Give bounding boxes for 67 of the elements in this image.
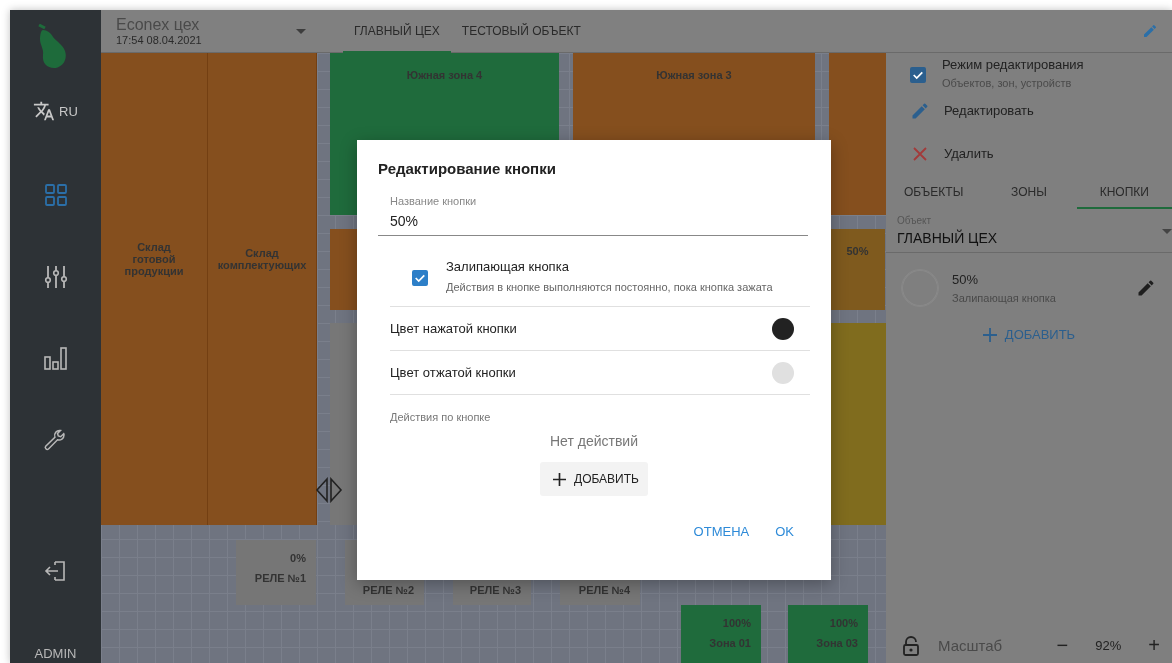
zoom-value: 92% (1095, 638, 1122, 653)
sliders-icon[interactable] (42, 264, 69, 290)
dialog-button[interactable]: OK (765, 516, 804, 547)
zone-label: Южная зона 4 (405, 69, 484, 81)
color-label: Цвет отжатой кнопки (390, 365, 516, 380)
option-label: Залипающая кнопка (446, 259, 570, 274)
translate-icon (33, 100, 56, 122)
checkbox[interactable] (910, 67, 926, 83)
resize-handle-icon[interactable] (315, 477, 343, 503)
dropdown-caret-icon (296, 28, 306, 34)
zone-value: 100% (828, 617, 858, 629)
color-picker[interactable] (772, 317, 794, 340)
menu-item[interactable]: Редактировать (886, 89, 1172, 132)
button-name: 50% (952, 272, 980, 287)
zoom-out-button[interactable]: − (1050, 634, 1075, 657)
checkbox[interactable] (412, 269, 428, 286)
add-button[interactable]: ДОБАВИТЬ (540, 462, 648, 496)
select-value: ГЛАВНЫЙ ЦЕХ (897, 230, 999, 246)
zone-value: 100% (721, 617, 751, 629)
zone-label: Склад готовой продукции (123, 241, 185, 277)
language-button[interactable]: RU (33, 100, 78, 122)
zone-label: РЕЛЕ №2 (361, 584, 414, 596)
option-hint: Действия в кнопке выполняются постоянно, пока кнопка зажата (446, 280, 774, 295)
color-label: Цвет нажатой кнопки (390, 321, 517, 336)
zone-label: РЕЛЕ №4 (577, 584, 630, 596)
empty-message: Нет действий (549, 433, 639, 449)
date-time: 17:54 08.04.2021 (116, 34, 202, 46)
edit-mode-label: Режим редактирования (942, 57, 1084, 72)
relay-tile[interactable]: 0% РЕЛЕ №1 (236, 540, 316, 605)
zone-label: Склад комплектующих (217, 247, 307, 271)
tab[interactable]: ЗОНЫ (981, 176, 1077, 209)
zone-label: Южная зона 3 (655, 69, 733, 81)
relay-tile[interactable]: 100% Зона 03 (788, 605, 868, 663)
field-value: 50% (390, 213, 420, 229)
zone-tile[interactable]: 50% (830, 229, 885, 310)
zone-tile[interactable] (829, 53, 886, 215)
tab[interactable]: ОБЪЕКТЫ (886, 176, 982, 209)
bar-chart-icon[interactable] (42, 346, 69, 372)
pencil-icon[interactable] (1136, 278, 1156, 298)
storage-zone[interactable]: Склад комплектующих (208, 53, 317, 525)
dialog-button[interactable]: ОТМЕНА (683, 516, 760, 547)
zone-value: 0% (289, 552, 306, 564)
pencil-icon (910, 100, 930, 121)
plus-icon (982, 327, 997, 342)
user-name: ADMIN (34, 646, 77, 661)
tab[interactable]: ТЕСТОВЫЙ ОБЪЕКТ (450, 9, 592, 53)
section-label: Действия по кнопке (390, 411, 492, 423)
grid-icon[interactable] (42, 182, 69, 208)
lock-icon[interactable] (902, 635, 920, 656)
close-icon (910, 145, 930, 162)
color-picker[interactable] (772, 361, 794, 384)
field-label: Название кнопки (390, 195, 478, 207)
relay-tile[interactable]: 100% Зона 01 (681, 605, 761, 663)
dialog-title: Редактирование кнопки (378, 160, 557, 177)
zone-label: Зона 03 (815, 637, 858, 649)
zone-label: 50% (845, 245, 870, 257)
zone-label: РЕЛЕ №3 (468, 584, 521, 596)
zone-label: РЕЛЕ №1 (253, 572, 306, 584)
name-field[interactable]: Название кнопки 50% (378, 195, 808, 236)
menu-item[interactable]: Удалить (886, 132, 1172, 175)
dropdown-caret-icon (1162, 229, 1172, 234)
storage-zone[interactable]: Склад готовой продукции (101, 53, 208, 525)
tab[interactable]: КНОПКИ (1076, 176, 1172, 209)
zone-label: Зона 01 (708, 637, 751, 649)
zone-tile[interactable] (829, 323, 886, 525)
plus-icon (553, 472, 567, 486)
zoom-in-button[interactable]: + (1142, 634, 1166, 657)
